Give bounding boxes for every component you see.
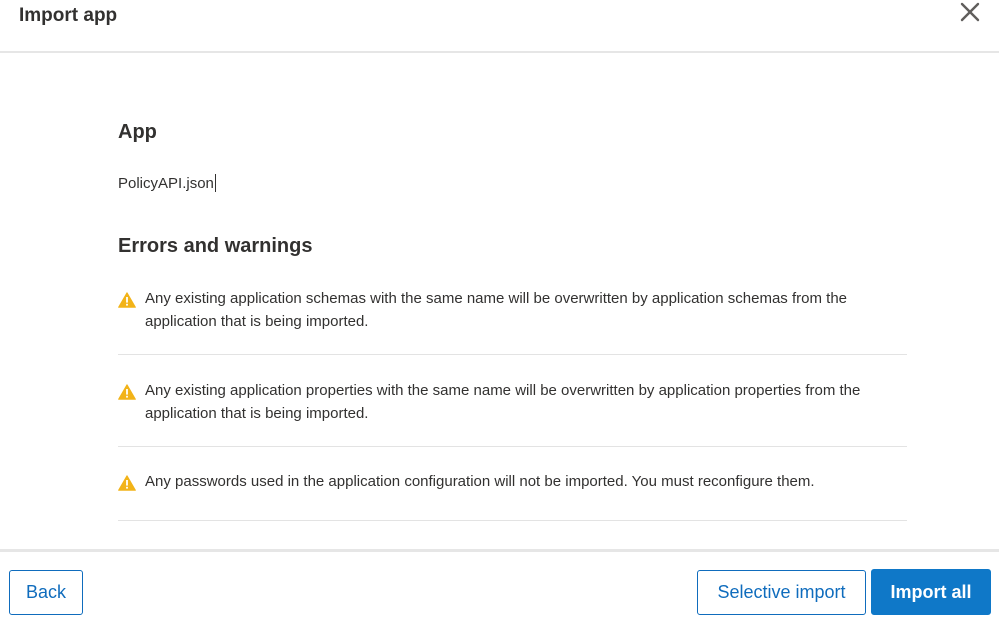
warning-icon — [118, 475, 136, 491]
warning-item: Any existing application properties with… — [118, 355, 907, 447]
dialog-title: Import app — [19, 5, 118, 26]
app-section-heading: App — [118, 121, 157, 143]
dialog-footer: Back Selective import Import all — [0, 549, 999, 627]
import-all-button[interactable]: Import all — [871, 569, 991, 615]
close-icon[interactable] — [958, 0, 982, 24]
warning-item: Any existing application schemas with th… — [118, 286, 907, 355]
file-name-field[interactable]: PolicyAPI.json — [118, 174, 216, 192]
warning-text: Any existing application properties with… — [145, 382, 861, 422]
dialog-header: Import app — [0, 0, 999, 53]
warning-text: Any passwords used in the application co… — [145, 473, 815, 490]
errors-section-heading: Errors and warnings — [118, 235, 313, 257]
warning-icon — [118, 292, 136, 308]
warning-item: Any passwords used in the application co… — [118, 447, 907, 521]
warning-icon — [118, 384, 136, 400]
text-cursor — [214, 174, 216, 192]
selective-import-button[interactable]: Selective import — [697, 570, 866, 615]
back-button[interactable]: Back — [9, 570, 83, 615]
file-name-text: PolicyAPI.json — [118, 175, 214, 192]
warning-text: Any existing application schemas with th… — [145, 290, 847, 330]
import-app-dialog: Import app App PolicyAPI.json Errors and… — [0, 0, 999, 627]
